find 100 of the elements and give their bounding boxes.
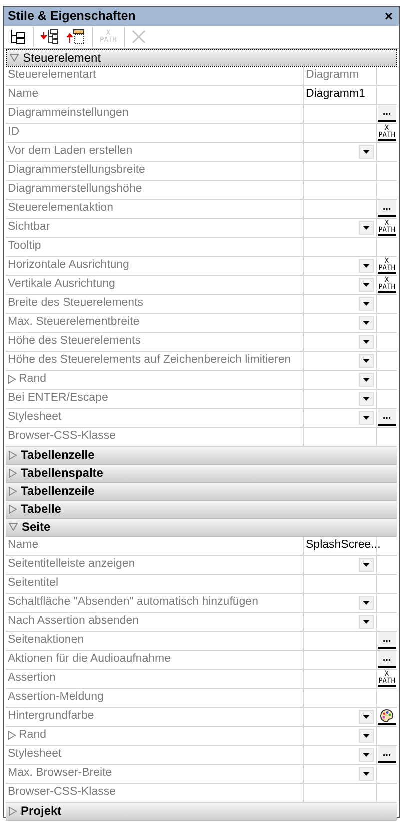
section-title: Tabellenspalte bbox=[21, 465, 104, 482]
property-label: Stylesheet bbox=[8, 747, 62, 762]
property-label: Vor dem Laden erstellen bbox=[8, 144, 133, 160]
property-label: Browser-CSS-Klasse bbox=[8, 429, 116, 444]
property-label: Tooltip bbox=[8, 239, 42, 254]
property-label: Browser-CSS-Klasse bbox=[8, 785, 116, 800]
property-label: Hintergrundfarbe bbox=[8, 709, 94, 724]
dropdown-button[interactable] bbox=[359, 354, 374, 368]
ellipsis-button[interactable]: ... bbox=[378, 200, 396, 218]
property-label: Vertikale Ausrichtung bbox=[8, 277, 116, 292]
caret-icon bbox=[363, 264, 370, 268]
tree-down-arrow-icon bbox=[41, 28, 59, 45]
section-header[interactable]: Tabellenzeile bbox=[6, 482, 397, 501]
dropdown-button[interactable] bbox=[359, 748, 374, 762]
dropdown-button[interactable] bbox=[359, 144, 374, 159]
property-label: Seitenaktionen bbox=[8, 633, 84, 648]
close-button[interactable]: × bbox=[382, 9, 395, 24]
property-label: Breite des Steuerelements bbox=[8, 296, 144, 312]
property-label: Max. Steuerelementbreite bbox=[8, 315, 140, 330]
section-title: Projekt bbox=[21, 803, 62, 820]
dropdown-button[interactable] bbox=[359, 766, 374, 781]
property-label: Diagrammerstellungshöhe bbox=[8, 182, 142, 198]
dropdown-button[interactable] bbox=[359, 558, 374, 572]
caret-icon bbox=[363, 734, 370, 738]
property-label: Höhe des Steuerelements auf Zeichenbereich limitieren bbox=[8, 353, 292, 368]
caret-icon bbox=[363, 396, 370, 401]
caret-icon bbox=[363, 150, 370, 154]
caret-icon bbox=[363, 358, 370, 363]
dropdown-button[interactable] bbox=[359, 728, 374, 743]
tree-icon bbox=[10, 28, 26, 45]
property-label: Rand bbox=[19, 372, 46, 388]
expand-triangle-icon bbox=[8, 731, 16, 740]
property-label: Sichtbar bbox=[8, 220, 50, 236]
ellipsis-button[interactable]: ... bbox=[378, 409, 396, 426]
caret-icon bbox=[363, 320, 370, 325]
dropdown-button[interactable] bbox=[359, 596, 374, 610]
caret-icon bbox=[363, 562, 370, 567]
tree-up-arrow-icon bbox=[67, 28, 85, 45]
property-value[interactable]: SplashScree... bbox=[306, 537, 381, 554]
section-title: Seite bbox=[22, 519, 51, 536]
cross-icon bbox=[132, 30, 146, 44]
caret-icon bbox=[363, 302, 370, 306]
property-label: ID bbox=[8, 125, 20, 140]
caret-icon bbox=[363, 378, 370, 382]
ellipsis-button[interactable]: ... bbox=[378, 105, 396, 122]
caret-icon bbox=[363, 752, 370, 757]
dropdown-button[interactable] bbox=[359, 392, 374, 406]
collapse-triangle-icon bbox=[10, 54, 19, 62]
caret-icon bbox=[363, 340, 370, 344]
caret-icon bbox=[363, 282, 370, 287]
caret-icon bbox=[363, 772, 370, 776]
section-title: Tabellenzelle bbox=[21, 447, 95, 464]
property-value[interactable]: Diagramm1 bbox=[306, 86, 366, 104]
dropdown-button[interactable] bbox=[359, 372, 374, 387]
palette-icon bbox=[380, 708, 394, 723]
section-header[interactable]: Steuerelement bbox=[6, 48, 397, 67]
expand-triangle-icon bbox=[8, 375, 16, 384]
dropdown-button[interactable] bbox=[359, 316, 374, 330]
property-label: Seitentitel bbox=[8, 576, 59, 592]
property-label: Rand bbox=[19, 728, 46, 744]
property-label: Bei ENTER/Escape bbox=[8, 391, 108, 406]
dropdown-button[interactable] bbox=[359, 220, 374, 235]
section-header[interactable]: Projekt bbox=[6, 802, 397, 821]
property-label: Steuerelementart bbox=[8, 68, 96, 84]
caret-icon bbox=[363, 416, 370, 420]
property-value[interactable]: Diagramm bbox=[306, 67, 360, 84]
collapse-triangle-icon bbox=[9, 523, 18, 532]
section-header[interactable]: Tabellenzelle bbox=[6, 446, 397, 465]
property-label: Stylesheet bbox=[8, 410, 62, 426]
ellipsis-button[interactable]: ... bbox=[378, 632, 396, 650]
dropdown-button[interactable] bbox=[359, 614, 374, 629]
section-header[interactable]: Tabellenspalte bbox=[6, 464, 397, 483]
section-header[interactable]: Tabelle bbox=[6, 500, 397, 519]
property-label: Höhe des Steuerelements bbox=[8, 334, 141, 350]
color-picker-button[interactable] bbox=[378, 708, 396, 726]
dropdown-button[interactable] bbox=[359, 258, 374, 273]
caret-icon bbox=[363, 714, 370, 719]
section-title: Steuerelement bbox=[23, 50, 102, 67]
property-label: Nach Assertion absenden bbox=[8, 614, 140, 630]
dropdown-button[interactable] bbox=[359, 410, 374, 425]
ellipsis-button[interactable]: ... bbox=[378, 746, 396, 764]
dropdown-button[interactable] bbox=[359, 278, 374, 292]
section-title: Tabelle bbox=[21, 501, 62, 518]
property-label: Assertion-Meldung bbox=[8, 690, 104, 706]
caret-icon bbox=[363, 226, 370, 230]
dropdown-button[interactable] bbox=[359, 296, 374, 311]
section-title: Tabellenzeile bbox=[21, 483, 95, 500]
property-label: Diagrammerstellungsbreite bbox=[8, 163, 146, 178]
property-label: Name bbox=[8, 87, 39, 102]
property-label: Max. Browser-Breite bbox=[8, 766, 112, 782]
caret-icon bbox=[363, 600, 370, 605]
property-label: Schaltfläche "Absenden" automatisch hinzufügen bbox=[8, 595, 258, 610]
property-label: Aktionen für die Audioaufnahme bbox=[8, 652, 172, 668]
dropdown-button[interactable] bbox=[359, 710, 374, 724]
property-label: Horizontale Ausrichtung bbox=[8, 258, 130, 274]
property-label: Steuerelementaktion bbox=[8, 201, 114, 216]
dropdown-button[interactable] bbox=[359, 334, 374, 349]
section-header[interactable]: Seite bbox=[6, 518, 397, 537]
property-label: Assertion bbox=[8, 671, 56, 686]
ellipsis-button[interactable]: ... bbox=[378, 651, 396, 668]
